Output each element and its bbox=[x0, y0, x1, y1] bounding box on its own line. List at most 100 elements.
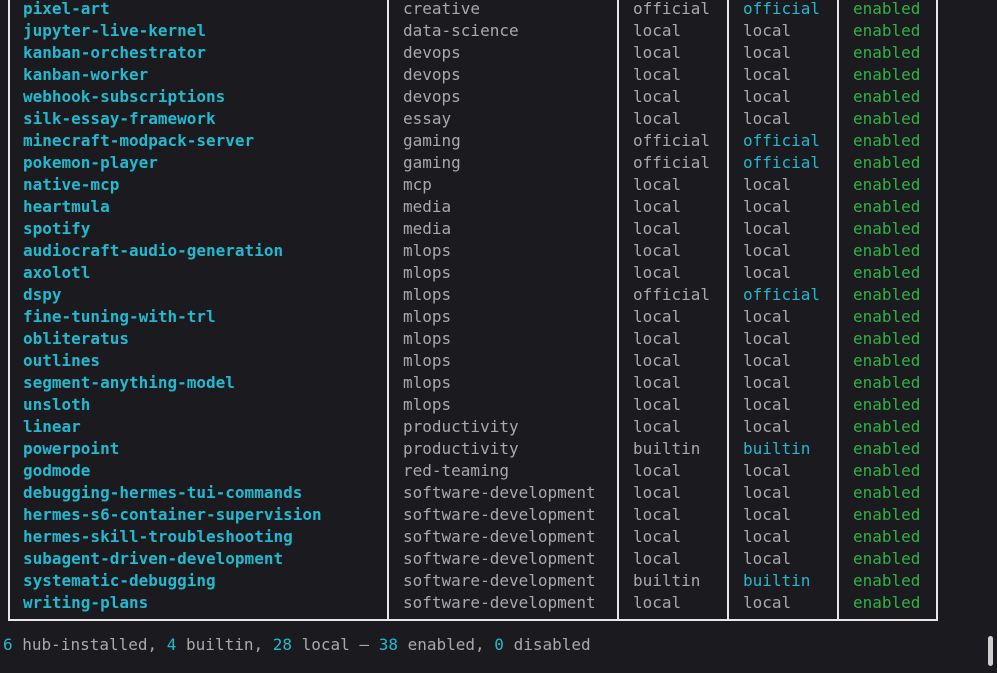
hub-installed-count: 6 bbox=[3, 635, 13, 654]
skill-trust: builtin bbox=[743, 439, 811, 458]
skill-name: obliteratus bbox=[23, 329, 129, 348]
skill-name: hermes-skill-troubleshooting bbox=[23, 527, 293, 546]
skill-name: spotify bbox=[23, 219, 91, 238]
skill-source: local bbox=[633, 307, 682, 326]
skill-category: mlops bbox=[403, 241, 452, 260]
table-row: powerpoint productivity builtin builtin enab… bbox=[0, 438, 997, 460]
skill-trust: local bbox=[743, 527, 792, 546]
skill-trust: local bbox=[743, 175, 792, 194]
skill-source: local bbox=[633, 373, 682, 392]
skill-status: enabled bbox=[853, 197, 921, 216]
skill-name: hermes-s6-container-supervision bbox=[23, 505, 322, 524]
skill-name: unsloth bbox=[23, 395, 91, 414]
table-row: audiocraft-audio-generation mlops local loc… bbox=[0, 240, 997, 262]
skills-table-body: pixel-art creative official official enabled… bbox=[0, 0, 997, 614]
skill-name: powerpoint bbox=[23, 439, 120, 458]
skill-status: enabled bbox=[853, 87, 921, 106]
skill-category: gaming bbox=[403, 153, 461, 172]
skill-source: local bbox=[633, 505, 682, 524]
skill-category: mcp bbox=[403, 175, 432, 194]
table-row: hermes-skill-troubleshooting software-dev… bbox=[0, 526, 997, 548]
table-row: webhook-subscriptions devops local local ena… bbox=[0, 86, 997, 108]
table-row: pixel-art creative official official enabled bbox=[0, 0, 997, 20]
table-row: obliteratus mlops local local enabled bbox=[0, 328, 997, 350]
skill-source: local bbox=[633, 109, 682, 128]
skill-name: heartmula bbox=[23, 197, 110, 216]
skill-name: silk-essay-framework bbox=[23, 109, 216, 128]
skill-status: enabled bbox=[853, 549, 921, 568]
skill-category: software-development bbox=[403, 527, 596, 546]
skill-status: enabled bbox=[853, 109, 921, 128]
skill-category: software-development bbox=[403, 593, 596, 612]
skill-trust: official bbox=[743, 153, 821, 172]
skill-trust: local bbox=[743, 461, 792, 480]
skill-source: official bbox=[633, 0, 711, 18]
skill-trust: local bbox=[743, 373, 792, 392]
skill-status: enabled bbox=[853, 285, 921, 304]
terminal-scrollbar[interactable] bbox=[987, 0, 993, 673]
table-row: systematic-debugging software-development… bbox=[0, 570, 997, 592]
skill-name: minecraft-modpack-server bbox=[23, 131, 255, 150]
skill-source: local bbox=[633, 593, 682, 612]
terminal-window: pixel-art creative official official enabled… bbox=[0, 0, 997, 673]
skill-trust: official bbox=[743, 285, 821, 304]
disabled-label: disabled bbox=[503, 635, 591, 654]
table-row: minecraft-modpack-server gaming official of… bbox=[0, 130, 997, 152]
skill-source: local bbox=[633, 263, 682, 282]
scrollbar-thumb[interactable] bbox=[988, 636, 993, 666]
skill-category: software-development bbox=[403, 549, 596, 568]
skill-source: official bbox=[633, 153, 711, 172]
table-row: kanban-worker devops local local enabled bbox=[0, 64, 997, 86]
skill-trust: local bbox=[743, 351, 792, 370]
skill-status: enabled bbox=[853, 329, 921, 348]
table-row: fine-tuning-with-trl mlops local local enabl… bbox=[0, 306, 997, 328]
skill-source: local bbox=[633, 329, 682, 348]
skill-category: devops bbox=[403, 43, 461, 62]
skill-category: mlops bbox=[403, 307, 452, 326]
skill-source: local bbox=[633, 527, 682, 546]
skill-name: audiocraft-audio-generation bbox=[23, 241, 284, 260]
skill-trust: local bbox=[743, 263, 792, 282]
table-row: debugging-hermes-tui-commands software-de… bbox=[0, 482, 997, 504]
skill-category: gaming bbox=[403, 131, 461, 150]
builtin-label: builtin, bbox=[176, 635, 273, 654]
hub-installed-label: hub-installed, bbox=[12, 635, 167, 654]
skill-status: enabled bbox=[853, 241, 921, 260]
skill-status: enabled bbox=[853, 219, 921, 238]
skill-category: productivity bbox=[403, 439, 519, 458]
skill-status: enabled bbox=[853, 505, 921, 524]
skill-trust: local bbox=[743, 307, 792, 326]
skill-category: mlops bbox=[403, 373, 452, 392]
table-row: native-mcp mcp local local enabled bbox=[0, 174, 997, 196]
skill-trust: local bbox=[743, 329, 792, 348]
skill-status: enabled bbox=[853, 21, 921, 40]
skill-status: enabled bbox=[853, 373, 921, 392]
skill-category: productivity bbox=[403, 417, 519, 436]
skill-name: systematic-debugging bbox=[23, 571, 216, 590]
table-row: outlines mlops local local enabled bbox=[0, 350, 997, 372]
table-row: linear productivity local local enabled bbox=[0, 416, 997, 438]
skill-status: enabled bbox=[853, 65, 921, 84]
local-count: 28 bbox=[272, 635, 292, 654]
skill-name: godmode bbox=[23, 461, 91, 480]
skill-name: writing-plans bbox=[23, 593, 149, 612]
skill-trust: local bbox=[743, 395, 792, 414]
skill-source: official bbox=[633, 285, 711, 304]
skill-status: enabled bbox=[853, 175, 921, 194]
skill-trust: local bbox=[743, 43, 792, 62]
skill-source: local bbox=[633, 483, 682, 502]
skill-source: local bbox=[633, 461, 682, 480]
summary-line: 6 hub-installed, 4 builtin, 28 local — 3… bbox=[3, 634, 591, 656]
table-row: jupyter-live-kernel data-science local loca… bbox=[0, 20, 997, 42]
skill-name: jupyter-live-kernel bbox=[23, 21, 207, 40]
skill-status: enabled bbox=[853, 483, 921, 502]
table-row: pokemon-player gaming official official enab… bbox=[0, 152, 997, 174]
skill-source: builtin bbox=[633, 439, 701, 458]
skill-status: enabled bbox=[853, 527, 921, 546]
skill-name: axolotl bbox=[23, 263, 91, 282]
skill-status: enabled bbox=[853, 593, 921, 612]
skill-category: media bbox=[403, 219, 452, 238]
skill-name: linear bbox=[23, 417, 81, 436]
skill-name: native-mcp bbox=[23, 175, 120, 194]
skill-status: enabled bbox=[853, 417, 921, 436]
